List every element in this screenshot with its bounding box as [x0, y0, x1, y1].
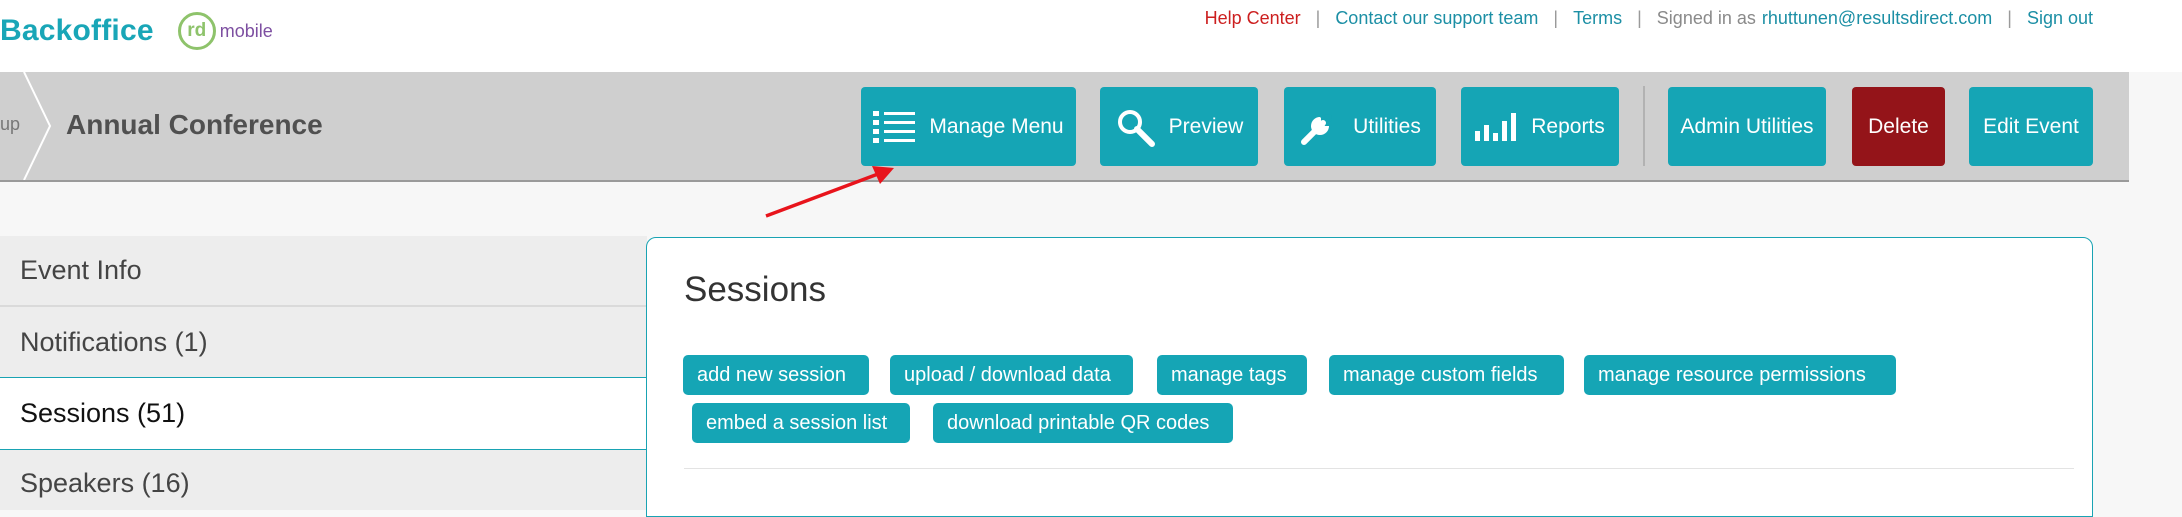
sidebar: Event Info Notifications (1) Sessions (5…: [0, 236, 647, 510]
bar-chart-icon: [1475, 112, 1517, 141]
delete-button[interactable]: Delete: [1852, 87, 1945, 166]
sessions-panel: Sessions add new session upload / downlo…: [646, 237, 2093, 517]
top-bar: Backoffice rd mobile Help Center | Conta…: [0, 0, 2182, 72]
sign-out-link[interactable]: Sign out: [2027, 8, 2093, 29]
wrench-icon: [1299, 107, 1339, 147]
signed-in-label: Signed in as: [1656, 8, 1756, 28]
breadcrumb-previous[interactable]: up: [0, 114, 20, 135]
page-title: Annual Conference: [66, 109, 323, 140]
section-title: Sessions: [684, 270, 827, 309]
sidebar-item-notifications[interactable]: Notifications (1): [0, 307, 647, 378]
brand-logo[interactable]: Backoffice rd mobile: [0, 8, 273, 54]
utilities-button[interactable]: Utilities: [1284, 87, 1436, 166]
download-qr-codes-button[interactable]: download printable QR codes: [933, 403, 1233, 443]
manage-menu-label: Manage Menu: [929, 114, 1064, 138]
separator: |: [2007, 8, 2012, 28]
user-email-link[interactable]: rhuttunen@resultsdirect.com: [1762, 8, 1992, 29]
separator: |: [1553, 8, 1559, 28]
reports-label: Reports: [1531, 114, 1605, 138]
edit-event-label: Edit Event: [1983, 114, 2079, 138]
breadcrumb-chevron-icon: [23, 72, 52, 180]
manage-tags-button[interactable]: manage tags: [1157, 355, 1307, 395]
admin-utilities-button[interactable]: Admin Utilities: [1668, 87, 1826, 166]
help-center-link[interactable]: Help Center: [1205, 8, 1301, 29]
rd-badge-icon: rd: [177, 12, 216, 50]
divider: [684, 468, 2074, 469]
preview-label: Preview: [1168, 114, 1244, 138]
top-links: Help Center | Contact our support team |…: [1205, 8, 2093, 29]
upload-download-data-button[interactable]: upload / download data: [890, 355, 1133, 395]
rd-mobile-label: mobile: [219, 20, 273, 41]
annotation-arrow-icon: [765, 166, 894, 218]
delete-label: Delete: [1868, 114, 1929, 138]
sidebar-item-label: Event Info: [20, 255, 142, 285]
add-new-session-button[interactable]: add new session: [683, 355, 869, 395]
terms-link[interactable]: Terms: [1573, 8, 1622, 29]
preview-button[interactable]: Preview: [1100, 87, 1258, 166]
sidebar-item-label: Speakers (16): [20, 468, 190, 498]
sidebar-item-speakers[interactable]: Speakers (16): [0, 450, 647, 510]
embed-session-list-button[interactable]: embed a session list: [692, 403, 910, 443]
separator: |: [1315, 8, 1321, 28]
toolbar-divider: [1643, 86, 1645, 166]
support-link[interactable]: Contact our support team: [1335, 8, 1538, 29]
manage-resource-permissions-button[interactable]: manage resource permissions: [1584, 355, 1896, 395]
event-header: up Annual Conference Manage Menu Preview: [0, 72, 2129, 182]
manage-custom-fields-button[interactable]: manage custom fields: [1329, 355, 1564, 395]
search-icon: [1115, 107, 1155, 147]
list-icon: [873, 110, 916, 144]
sidebar-item-label: Notifications (1): [20, 326, 208, 357]
admin-utilities-label: Admin Utilities: [1680, 114, 1814, 138]
sidebar-item-sessions[interactable]: Sessions (51): [0, 378, 647, 450]
sidebar-item-event-info[interactable]: Event Info: [0, 236, 647, 307]
sidebar-item-label: Sessions (51): [20, 398, 186, 428]
separator: |: [1637, 8, 1642, 28]
utilities-label: Utilities: [1353, 114, 1421, 138]
edit-event-button[interactable]: Edit Event: [1969, 87, 2093, 166]
manage-menu-button[interactable]: Manage Menu: [861, 87, 1076, 166]
reports-button[interactable]: Reports: [1461, 87, 1619, 166]
brand-name: Backoffice: [0, 14, 154, 47]
